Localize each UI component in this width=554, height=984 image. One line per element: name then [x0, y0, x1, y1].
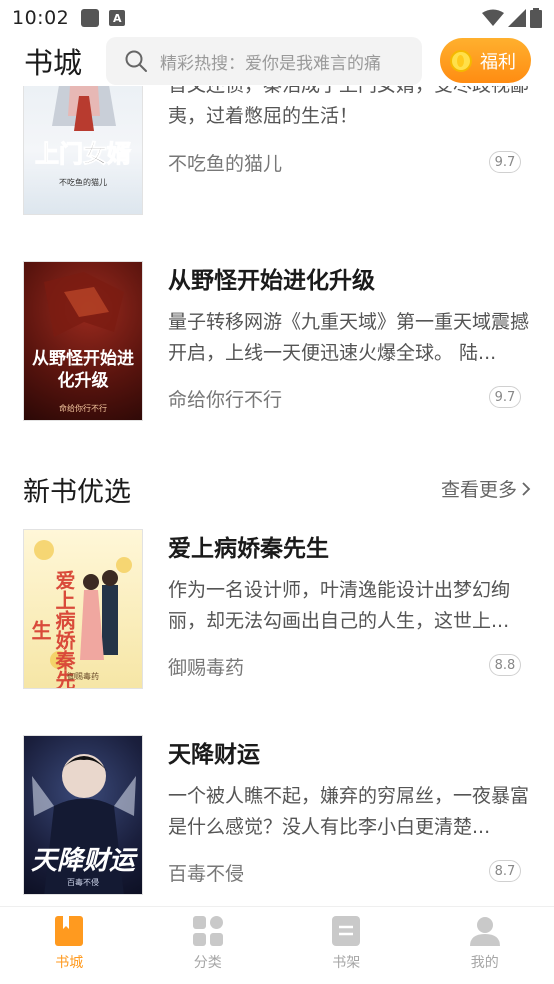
see-more-label: 查看更多: [441, 479, 518, 501]
battery-icon: [530, 8, 542, 28]
book-desc: 量子转移网游《九重天域》第一重天域震撼开启，上线一天便迅速火爆全球。 陆...: [168, 311, 530, 364]
cover-title: 从野怪开始进化升级: [32, 349, 134, 391]
book-title: 爱上病娇秦先生: [168, 536, 329, 562]
category-icon: [192, 916, 223, 946]
coin-icon: [450, 49, 472, 72]
cover-author: 御赐毒药: [67, 672, 99, 681]
nav-profile-label: 我的: [470, 955, 499, 971]
cover-title: 天降财运: [30, 846, 135, 876]
book-author: 不吃鱼的猫儿: [168, 153, 283, 175]
book-desc: 作为一名设计师，叶清逸能设计出梦幻绚丽，却无法勾画出自己的人生，这世上...: [168, 579, 511, 632]
book-item[interactable]: 上门女婿 不吃鱼的猫儿 晋父还债，秦浩成了上门女婿，受尽歧视鄙夷，过着憋屈的生活…: [0, 86, 554, 215]
welfare-button[interactable]: 福利: [440, 38, 531, 83]
book-author: 百毒不侵: [168, 863, 245, 885]
search-icon: [125, 50, 147, 72]
status-time: 10:02: [12, 7, 70, 29]
cover-author: 百毒不侵: [67, 878, 99, 887]
chevron-right-icon: [522, 481, 531, 496]
cover-title: 上门女婿: [35, 139, 132, 169]
signal-icon: [508, 9, 526, 27]
book-desc: 一个被人瞧不起，嫌弃的穷屌丝，一夜暴富是什么感觉？没人有比李小白更清楚...: [168, 785, 530, 838]
app-notification-icon: A: [109, 10, 126, 26]
book-cover: 上门女婿 不吃鱼的猫儿: [23, 86, 143, 215]
book-cover: 天降财运 百毒不侵: [23, 735, 143, 895]
header: 书城 精彩热搜：爱你是我难言的痛 福利: [0, 36, 554, 86]
score-badge: 9.7: [489, 151, 521, 173]
score-badge: 8.8: [489, 654, 521, 676]
nav-bookstore[interactable]: 书城: [0, 907, 139, 984]
cover-dragon: [44, 272, 124, 337]
book-item[interactable]: 天降财运 百毒不侵 天降财运 一个被人瞧不起，嫌弃的穷屌丝，一夜暴富是什么感觉？…: [0, 735, 554, 895]
book-item[interactable]: 从野怪开始进化升级 命给你行不行 从野怪开始进化升级 量子转移网游《九重天域》第…: [0, 261, 554, 421]
welfare-label: 福利: [480, 51, 516, 73]
notification-icon: [81, 9, 100, 27]
search-bar[interactable]: 精彩热搜：爱你是我难言的痛: [106, 37, 422, 85]
book-title: 从野怪开始进化升级: [168, 268, 375, 294]
nav-category-label: 分类: [193, 955, 222, 971]
status-bar: 10:02 A: [0, 0, 554, 36]
bookshelf-icon: [332, 916, 361, 946]
search-placeholder: 精彩热搜：爱你是我难言的痛: [160, 53, 381, 74]
nav-bookstore-label: 书城: [55, 955, 84, 971]
score-badge: 8.7: [489, 860, 521, 882]
book-list: 上门女婿 不吃鱼的猫儿 晋父还债，秦浩成了上门女婿，受尽歧视鄙夷，过着憋屈的生活…: [0, 86, 554, 906]
nav-category[interactable]: 分类: [139, 907, 278, 984]
book-cover: 爱上病娇秦先生 御赐毒药: [23, 529, 143, 689]
book-author: 命给你行不行: [168, 389, 283, 411]
nav-bookshelf[interactable]: 书架: [277, 907, 416, 984]
cover-author: 不吃鱼的猫儿: [59, 178, 107, 187]
book-cover: 从野怪开始进化升级 命给你行不行: [23, 261, 143, 421]
book-title: 天降财运: [168, 742, 260, 768]
bottom-nav: 书城 分类 书架 我的: [0, 906, 554, 984]
see-more-link[interactable]: 查看更多: [441, 475, 531, 502]
profile-icon: [469, 917, 500, 946]
page-title: 书城: [24, 46, 83, 80]
score-badge: 9.7: [489, 386, 521, 408]
book-author: 御赐毒药: [168, 657, 245, 679]
cover-author: 命给你行不行: [59, 404, 107, 413]
book-item[interactable]: 爱上病娇秦先生 御赐毒药 爱上病娇秦先生 作为一名设计师，叶清逸能设计出梦幻绚丽…: [0, 529, 554, 689]
nav-profile[interactable]: 我的: [416, 907, 554, 984]
section-title: 新书优选: [23, 477, 131, 508]
nav-bookshelf-label: 书架: [332, 955, 361, 971]
bookstore-icon: [55, 916, 84, 946]
book-desc: 晋父还债，秦浩成了上门女婿，受尽歧视鄙夷，过着憋屈的生活！: [168, 86, 529, 127]
wifi-icon: [482, 9, 504, 26]
